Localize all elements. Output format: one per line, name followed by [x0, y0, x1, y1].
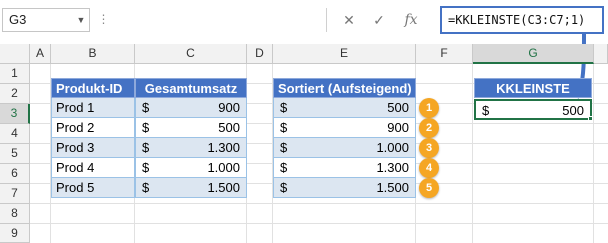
currency-symbol: $: [280, 100, 288, 115]
fx-icon[interactable]: fx: [397, 8, 425, 32]
cell-product-id[interactable]: Prod 3: [51, 138, 135, 158]
rank-badge-4: 4: [419, 158, 439, 178]
header-produkt-id[interactable]: Produkt-ID: [51, 78, 135, 98]
currency-symbol: $: [280, 180, 288, 195]
row-header-1[interactable]: 1: [0, 64, 30, 84]
column-header-g[interactable]: G: [473, 44, 594, 64]
sales-value: 1.300: [207, 140, 240, 155]
row-header-3[interactable]: 3: [0, 104, 30, 124]
row-header-9[interactable]: 9: [0, 224, 30, 243]
row-header-5[interactable]: 5: [0, 144, 30, 164]
cancel-icon[interactable]: ✕: [335, 8, 363, 32]
cell-sales[interactable]: $1.000: [135, 158, 247, 178]
cell-sales[interactable]: $900: [135, 98, 247, 118]
column-header-b[interactable]: B: [51, 44, 135, 64]
row-header-4[interactable]: 4: [0, 124, 30, 144]
header-sortiert[interactable]: Sortiert (Aufsteigend): [273, 78, 416, 98]
row-header-7[interactable]: 7: [0, 184, 30, 204]
currency-symbol: $: [280, 140, 288, 155]
cell-sorted-value[interactable]: $1.300: [273, 158, 416, 178]
cell-sorted-value[interactable]: $1.500: [273, 178, 416, 198]
selected-cell-g3[interactable]: $500: [474, 99, 592, 120]
rank-badge-2: 2: [419, 118, 439, 138]
sales-value: 900: [218, 100, 240, 115]
header-gesamtumsatz[interactable]: Gesamtumsatz: [135, 78, 247, 98]
cell-sorted-value[interactable]: $900: [273, 118, 416, 138]
currency-symbol: $: [142, 100, 150, 115]
cell-sorted-value[interactable]: $1.000: [273, 138, 416, 158]
column-header-a[interactable]: A: [30, 44, 51, 64]
cell-sales[interactable]: $500: [135, 118, 247, 138]
cell-product-id[interactable]: Prod 4: [51, 158, 135, 178]
rank-badge-1: 1: [419, 98, 439, 118]
sales-value: 500: [218, 120, 240, 135]
cell-product-id[interactable]: Prod 2: [51, 118, 135, 138]
header-kkleinste[interactable]: KKLEINSTE: [474, 78, 592, 98]
sorted-value: 900: [387, 120, 409, 135]
formula-buttons: ✕ ✓ fx: [326, 8, 430, 32]
cell-product-id[interactable]: Prod 5: [51, 178, 135, 198]
cell-sales[interactable]: $1.500: [135, 178, 247, 198]
row-header-6[interactable]: 6: [0, 164, 30, 184]
rank-badge-3: 3: [419, 138, 439, 158]
column-header-h[interactable]: [594, 44, 608, 64]
column-header-c[interactable]: C: [135, 44, 247, 64]
currency-symbol: $: [142, 180, 150, 195]
currency-symbol: $: [280, 160, 288, 175]
cell-sorted-value[interactable]: $500: [273, 98, 416, 118]
enter-icon[interactable]: ✓: [365, 8, 393, 32]
column-header-e[interactable]: E: [273, 44, 416, 64]
row-header-8[interactable]: 8: [0, 204, 30, 224]
row-header-2[interactable]: 2: [0, 84, 30, 104]
currency-symbol: $: [142, 120, 150, 135]
result-value: 500: [562, 103, 584, 118]
currency-symbol: $: [280, 120, 288, 135]
fill-handle[interactable]: [588, 116, 593, 121]
sorted-value: 1.300: [376, 160, 409, 175]
sales-value: 1.500: [207, 180, 240, 195]
chevron-down-icon[interactable]: ▼: [74, 8, 88, 32]
column-header-f[interactable]: F: [416, 44, 473, 64]
sorted-value: 1.000: [376, 140, 409, 155]
sorted-value: 1.500: [376, 180, 409, 195]
column-header-d[interactable]: D: [247, 44, 273, 64]
more-options-icon[interactable]: ⋮: [96, 8, 110, 32]
cell-sales[interactable]: $1.300: [135, 138, 247, 158]
cell-product-id[interactable]: Prod 1: [51, 98, 135, 118]
currency-symbol: $: [482, 103, 490, 118]
select-all-corner[interactable]: [0, 44, 30, 64]
sorted-value: 500: [387, 100, 409, 115]
rank-badge-5: 5: [419, 178, 439, 198]
currency-symbol: $: [142, 140, 150, 155]
sales-value: 1.000: [207, 160, 240, 175]
currency-symbol: $: [142, 160, 150, 175]
